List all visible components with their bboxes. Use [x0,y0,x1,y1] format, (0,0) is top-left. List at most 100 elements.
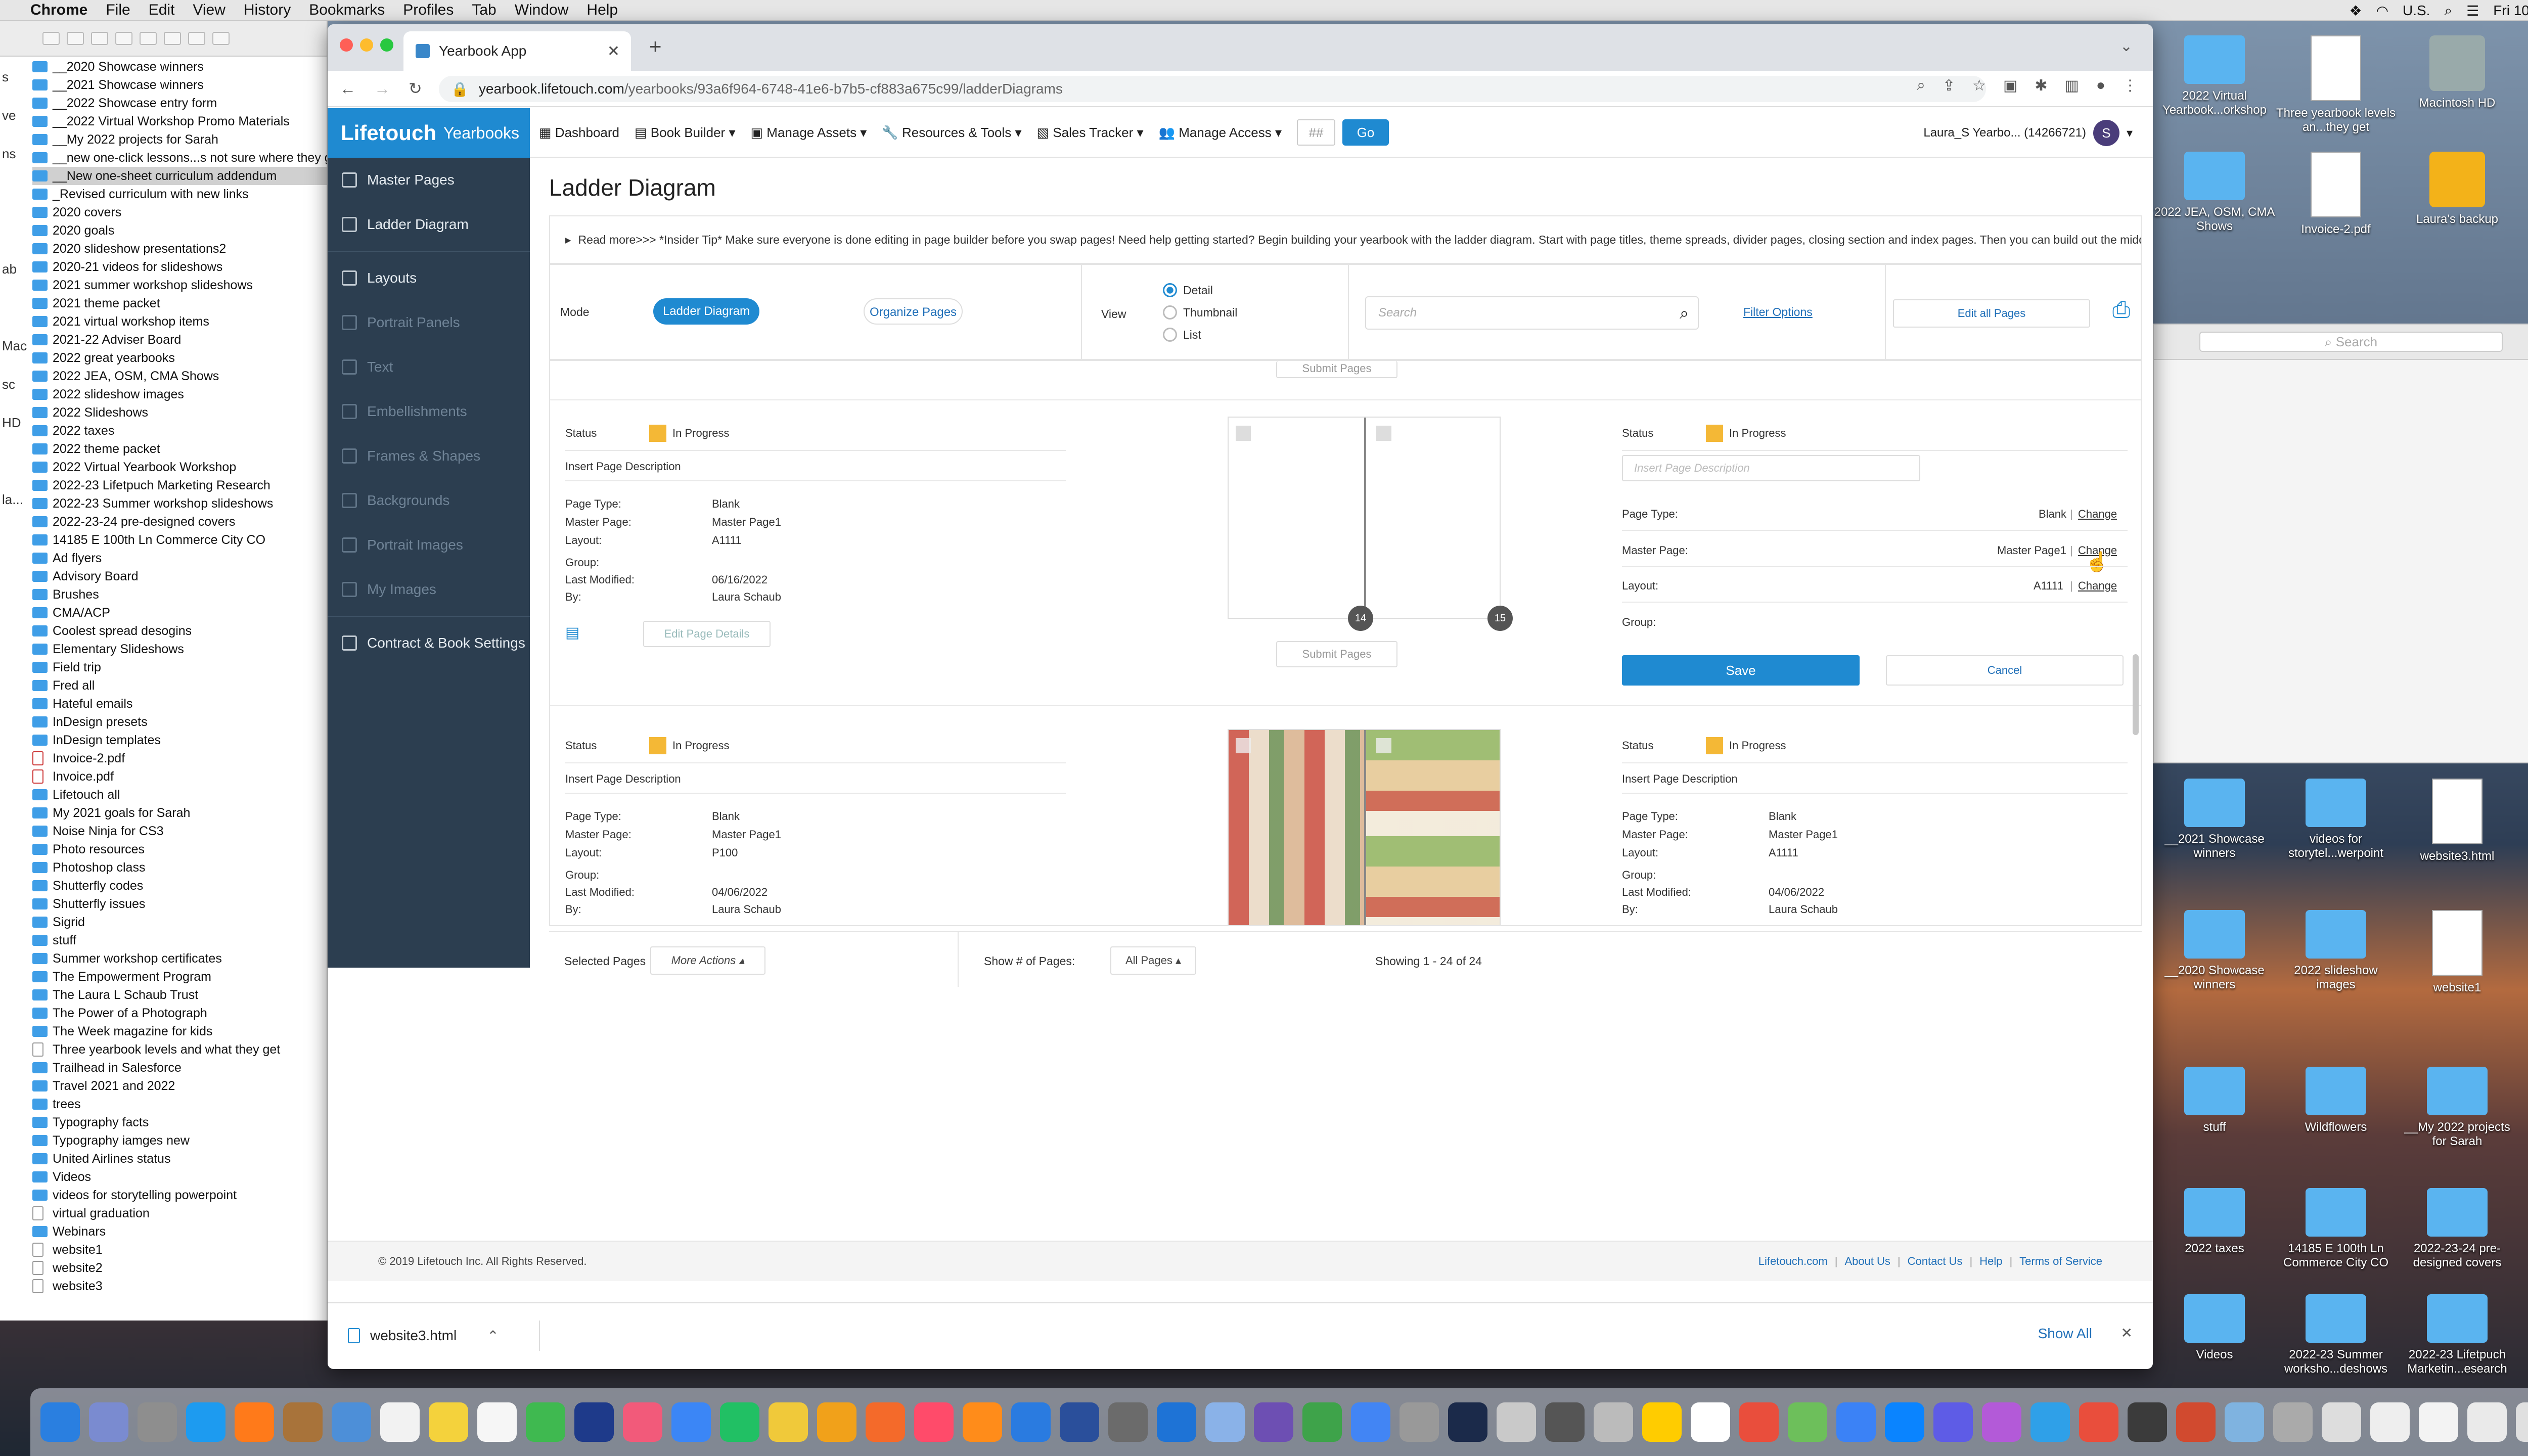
dock-app-icon[interactable] [1545,1402,1585,1442]
footer-link-help[interactable]: Help [1979,1255,2002,1268]
finder-list-item[interactable]: 2022 Slideshows [32,403,327,422]
finder-list-item[interactable]: __new one-click lessons...s not sure whe… [32,149,327,167]
search-icon[interactable]: ⌕ [2444,3,2452,19]
dock-app-icon[interactable] [817,1402,856,1442]
finder-list-item[interactable]: __My 2022 projects for Sarah [32,130,327,149]
desktop-icon[interactable]: website1 [2397,910,2518,995]
close-window-button[interactable] [340,38,353,52]
p15-pagetype-change-link[interactable]: Change [2078,508,2117,521]
finder-list-item[interactable]: __2022 Showcase entry form [32,94,327,112]
dock-app-icon[interactable] [2419,1402,2458,1442]
dock-app-icon[interactable] [1302,1402,1342,1442]
finder-sidebar-item[interactable] [0,298,30,316]
group-button[interactable] [140,32,157,45]
p14-description[interactable]: Insert Page Description [565,460,681,473]
menu-view[interactable]: View [193,2,225,19]
dock-app-icon[interactable] [2467,1402,2507,1442]
column-view-button[interactable] [91,32,108,45]
control-center-icon[interactable]: ☰ [2466,3,2479,19]
dock-app-icon[interactable] [2225,1402,2264,1442]
p17-status-badge[interactable]: In Progress [1706,737,1786,754]
dock-app-icon[interactable] [1448,1402,1487,1442]
clock[interactable]: Fri 10:50 AM [2493,3,2528,19]
dock-app-icon[interactable] [40,1402,80,1442]
desktop-icon[interactable]: videos for storytel...werpoint [2275,779,2397,860]
finder-list-item[interactable]: videos for storytelling powerpoint [32,1186,327,1204]
dock-app-icon[interactable] [866,1402,905,1442]
desktop-icon[interactable]: Wildflowers [2275,1067,2397,1134]
sidebar-item[interactable]: Master Pages [328,158,530,202]
dock-app-icon[interactable] [720,1402,759,1442]
tag-button[interactable] [212,32,230,45]
edit-page-details-button[interactable]: Edit Page Details [643,621,771,647]
finder-list-item[interactable]: __New one-sheet curriculum addendum [32,167,327,185]
wifi-icon[interactable]: ◠ [2376,3,2388,19]
nav-manage-assets[interactable]: ▣ Manage Assets ▾ [751,125,867,141]
input-source[interactable]: U.S. [2403,3,2430,19]
finder-list-item[interactable]: Fred all [32,676,327,695]
dock-app-icon[interactable] [138,1402,177,1442]
dock-app-icon[interactable] [1885,1402,1924,1442]
desktop-icon[interactable]: __2020 Showcase winners [2154,910,2275,992]
lifetouch-logo[interactable]: Lifetouch Yearbooks [328,108,530,158]
desktop-icon[interactable]: 2022-23 Lifetpuch Marketin...esearch [2397,1294,2518,1376]
footer-link-terms[interactable]: Terms of Service [2019,1255,2102,1268]
desktop-icon[interactable]: Three yearbook levels an...they get [2275,35,2397,134]
finder-list-item[interactable]: Field trip [32,658,327,676]
browser-tab[interactable]: Yearbook App ✕ [403,31,631,71]
finder-list-item[interactable]: InDesign presets [32,713,327,731]
finder-list-item[interactable]: trees [32,1095,327,1113]
insider-tip-bar[interactable]: ▸ Read more>>> *Insider Tip* Make sure ev… [549,215,2142,264]
dock-app-icon[interactable] [1836,1402,1876,1442]
finder-list-item[interactable]: Hateful emails [32,695,327,713]
print-icon[interactable]: ⎙ [2112,297,2130,323]
new-tab-icon[interactable]: + [649,34,662,59]
dock-app-icon[interactable] [2370,1402,2410,1442]
finder-list-item[interactable]: __2020 Showcase winners [32,58,327,76]
finder-list-item[interactable]: Three yearbook levels and what they get [32,1040,327,1059]
view-detail-radio[interactable]: Detail [1163,283,1213,297]
finder-list-item[interactable]: Webinars [32,1222,327,1241]
finder-sidebar-item[interactable]: s [0,68,30,86]
footer-link-about[interactable]: About Us [1844,1255,1890,1268]
dock-app-icon[interactable] [1739,1402,1779,1442]
dock-app-icon[interactable] [1011,1402,1051,1442]
nav-manage-access[interactable]: 👥 Manage Access ▾ [1159,125,1282,141]
finder-list-item[interactable]: 2022-23 Lifetpuch Marketing Research [32,476,327,494]
dropbox-icon[interactable]: ❖ [2349,3,2362,19]
dock-app-icon[interactable] [963,1402,1002,1442]
search-icon[interactable]: ⌕ [1680,297,1689,329]
show-pages-dropdown[interactable]: All Pages ▴ [1110,946,1196,975]
desktop-icon[interactable]: website3.html [2397,779,2518,863]
finder-list-item[interactable]: 2021-22 Adviser Board [32,331,327,349]
dock-app-icon[interactable] [2079,1402,2118,1442]
finder-list-item[interactable]: Ad flyers [32,549,327,567]
finder-list-item[interactable]: 2022 taxes [32,422,327,440]
desktop-icon[interactable]: Macintosh HD [2397,35,2518,110]
finder-list-item[interactable]: Sigrid [32,913,327,931]
sidebar-item[interactable]: Ladder Diagram [328,202,530,247]
finder-list-item[interactable]: Summer workshop certificates [32,949,327,968]
finder-list-item[interactable]: Lifetouch all [32,786,327,804]
show-all-downloads-link[interactable]: Show All [2038,1326,2092,1342]
finder-list-item[interactable]: Coolest spread desogins [32,622,327,640]
finder-sidebar-item[interactable]: ab [0,260,30,278]
dock-app-icon[interactable] [1254,1402,1293,1442]
finder2-search-input[interactable]: ⌕ Search [2199,332,2503,352]
icon-view-button[interactable] [42,32,60,45]
kebab-menu-icon[interactable]: ⋮ [2123,77,2138,95]
go-button[interactable]: Go [1342,119,1389,146]
dock-app-icon[interactable] [2273,1402,2313,1442]
spread-14-15-thumbnail[interactable] [1228,417,1501,619]
finder-list-item[interactable]: 2020 goals [32,221,327,240]
finder-list-item[interactable]: Travel 2021 and 2022 [32,1077,327,1095]
finder-list-item[interactable]: 2022 Virtual Yearbook Workshop [32,458,327,476]
desktop-icon[interactable]: Laura's backup [2397,152,2518,226]
menu-help[interactable]: Help [586,2,618,19]
finder-list-item[interactable]: United Airlines status [32,1150,327,1168]
pdf-icon[interactable]: ▤ [565,624,579,642]
finder-list-item[interactable]: 14185 E 100th Ln Commerce City CO [32,531,327,549]
close-tab-icon[interactable]: ✕ [607,42,620,60]
menu-file[interactable]: File [106,2,130,19]
sidebar-item[interactable]: Layouts [328,256,530,300]
